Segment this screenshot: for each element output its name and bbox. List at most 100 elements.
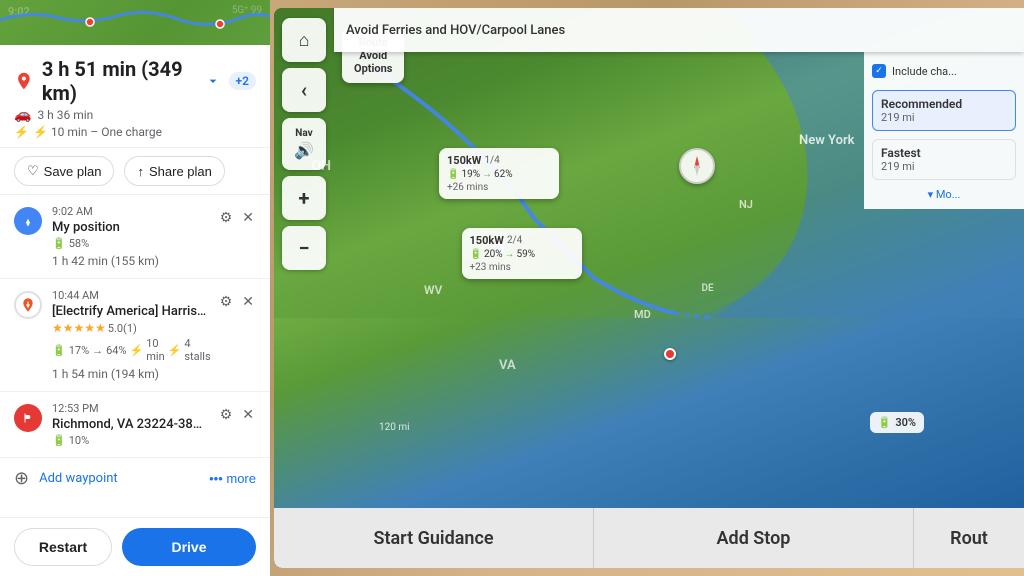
start-guidance-button[interactable]: Start Guidance xyxy=(274,508,594,568)
avoid-options-text: Avoid Ferries and HOV/Carpool Lanes xyxy=(346,23,565,38)
battery-icon: 🔋 xyxy=(52,434,66,447)
charge-time-1: +26 mins xyxy=(447,182,551,193)
waypoint-duration: 1 h 42 min (155 km) xyxy=(52,254,208,268)
more-button[interactable]: ••• more xyxy=(209,471,256,486)
charge-power-1: 150kW xyxy=(447,154,481,167)
map-pin-destination xyxy=(664,348,676,360)
more-options-link[interactable]: ▾ Mo... xyxy=(872,188,1016,201)
route-option-fastest-sub: 219 mi xyxy=(881,160,1007,173)
waypoint-icon-current xyxy=(14,207,42,235)
waypoint-item: 12:53 PM Richmond, VA 23224-3839, United… xyxy=(0,392,270,458)
state-label-wv: WV xyxy=(424,283,442,297)
route-option-recommended-sub: 219 mi xyxy=(881,111,1007,124)
battery-small-icon: 🔋 xyxy=(447,169,459,180)
nav-direction-icon xyxy=(14,70,34,92)
distance-label: 120 mi xyxy=(379,422,410,433)
charging-card-2: 150kW 2/4 🔋 20% → 59% +23 mins xyxy=(462,228,582,279)
stalls-icon: ⚡ xyxy=(168,344,182,357)
battery-small-icon: 🔋 xyxy=(470,249,482,260)
plus-routes-badge[interactable]: +2 xyxy=(229,72,256,90)
bolt-icon: ⚡ xyxy=(14,125,29,139)
charge-to-2: 59% xyxy=(517,249,536,260)
share-upload-icon: ↑ xyxy=(137,164,144,179)
add-stop-button[interactable]: Add Stop xyxy=(594,508,914,568)
waypoint-battery: 🔋 58% xyxy=(52,237,208,250)
route-option-recommended[interactable]: Recommended 219 mi xyxy=(872,90,1016,131)
destination-flag-icon xyxy=(22,411,34,425)
waypoint-settings-button[interactable]: ⚙ xyxy=(218,404,235,425)
location-icon xyxy=(21,214,35,228)
alt-duration: 3 h 36 min xyxy=(37,108,93,122)
car-screen-panel: OH WV VA MD DE NJ New York xyxy=(274,8,1024,568)
battery-icon: 🔋 xyxy=(52,344,66,357)
car-bottom-bar: Start Guidance Add Stop Rout xyxy=(274,508,1024,568)
bottom-actions: Restart Drive xyxy=(0,517,270,576)
waypoint-time: 9:02 AM xyxy=(52,205,208,218)
car-right-panel: ✓ Include cha... Recommended 219 mi Fast… xyxy=(864,52,1024,209)
battery-icon: 🔋 xyxy=(52,237,66,250)
left-panel: 9:02 5G⁺ 99 3 h 51 min (349 km) +2 xyxy=(0,0,270,576)
charge-info: ⚡ 10 min – One charge xyxy=(33,125,162,139)
waypoint-content: 9:02 AM My position 🔋 58% 1 h 42 min (15… xyxy=(52,205,208,268)
share-plan-button[interactable]: ↑ Share plan xyxy=(124,156,224,186)
waypoint-icon-charger xyxy=(14,291,42,319)
destination-battery: 🔋 30% xyxy=(870,412,924,433)
zoom-out-button[interactable]: − xyxy=(282,226,326,270)
route-option-recommended-label: Recommended xyxy=(881,97,1007,111)
state-label-nj: NJ xyxy=(739,198,753,211)
waypoint-close-button[interactable]: ✕ xyxy=(240,291,256,312)
waypoints-list: 9:02 AM My position 🔋 58% 1 h 42 min (15… xyxy=(0,195,270,517)
home-button[interactable]: ⌂ xyxy=(282,18,326,62)
state-label-md: MD xyxy=(634,308,651,321)
route-option-fastest[interactable]: Fastest 219 mi xyxy=(872,139,1016,180)
battery-icon: 🔋 xyxy=(878,416,892,429)
waypoint-stars: ★★★★★ 5.0(1) xyxy=(52,321,208,335)
checkbox-checked-icon: ✓ xyxy=(872,64,886,78)
route-summary: 3 h 51 min (349 km) +2 🚗 3 h 36 min ⚡ ⚡ … xyxy=(0,45,270,148)
waypoint-close-button[interactable]: ✕ xyxy=(240,207,256,228)
charge-fraction-1: 1/4 xyxy=(484,155,499,166)
route-time: 3 h 51 min (349 km) xyxy=(42,57,205,105)
restart-button[interactable]: Restart xyxy=(14,528,112,566)
save-heart-icon: ♡ xyxy=(27,163,39,179)
rating-count: 5.0(1) xyxy=(108,322,137,335)
include-charge-option[interactable]: ✓ Include cha... xyxy=(872,60,1016,82)
waypoint-name: My position xyxy=(52,220,208,235)
bolt-icon: ⚡ xyxy=(130,344,144,357)
charge-to-1: 62% xyxy=(494,169,513,180)
waypoint-close-button[interactable]: ✕ xyxy=(240,404,256,425)
car-icon: 🚗 xyxy=(14,107,31,123)
back-button[interactable]: ‹ xyxy=(282,68,326,112)
drive-button[interactable]: Drive xyxy=(122,528,256,566)
charger-pin-icon xyxy=(20,297,36,313)
add-waypoint-row[interactable]: ⊕ Add waypoint ••• more xyxy=(0,458,270,499)
waypoint-settings-button[interactable]: ⚙ xyxy=(218,291,235,312)
include-charge-label: Include cha... xyxy=(892,65,957,78)
add-waypoint-label: Add waypoint xyxy=(39,471,118,486)
mini-map-svg xyxy=(0,0,270,45)
zoom-in-button[interactable]: + xyxy=(282,176,326,220)
waypoint-duration: 1 h 54 min (194 km) xyxy=(52,367,208,381)
charge-power-2: 150kW xyxy=(470,234,504,247)
charge-from-1: 19% xyxy=(461,169,480,180)
waypoint-icon-destination xyxy=(14,404,42,432)
car-screen: OH WV VA MD DE NJ New York xyxy=(274,8,1024,568)
nav-button[interactable]: Nav 🔊 xyxy=(282,118,326,170)
waypoint-battery: 🔋 10% xyxy=(52,434,208,447)
route-button[interactable]: Rout xyxy=(914,508,1024,568)
waypoint-name: Richmond, VA 23224-3839, United... xyxy=(52,417,208,432)
save-plan-button[interactable]: ♡ Save plan xyxy=(14,156,114,186)
chevron-down-icon xyxy=(205,73,221,89)
charge-from-2: 20% xyxy=(484,249,503,260)
charge-fraction-2: 2/4 xyxy=(507,235,522,246)
star-icon: ★★★★★ xyxy=(52,321,106,335)
waypoint-charge-info: 🔋 17% → 64% ⚡ 10 min ⚡ 4 stalls xyxy=(52,337,208,363)
waypoint-content: 12:53 PM Richmond, VA 23224-3839, United… xyxy=(52,402,208,447)
waypoint-settings-button[interactable]: ⚙ xyxy=(218,207,235,228)
expand-btn[interactable] xyxy=(205,73,221,89)
action-buttons: ♡ Save plan ↑ Share plan xyxy=(0,148,270,195)
car-left-controls: ⌂ ‹ RouteAvoidOptions Nav 🔊 + − xyxy=(282,18,326,498)
location-add-icon: ⊕ xyxy=(14,468,29,489)
compass-svg xyxy=(683,152,711,180)
state-label-va: VA xyxy=(499,358,516,373)
